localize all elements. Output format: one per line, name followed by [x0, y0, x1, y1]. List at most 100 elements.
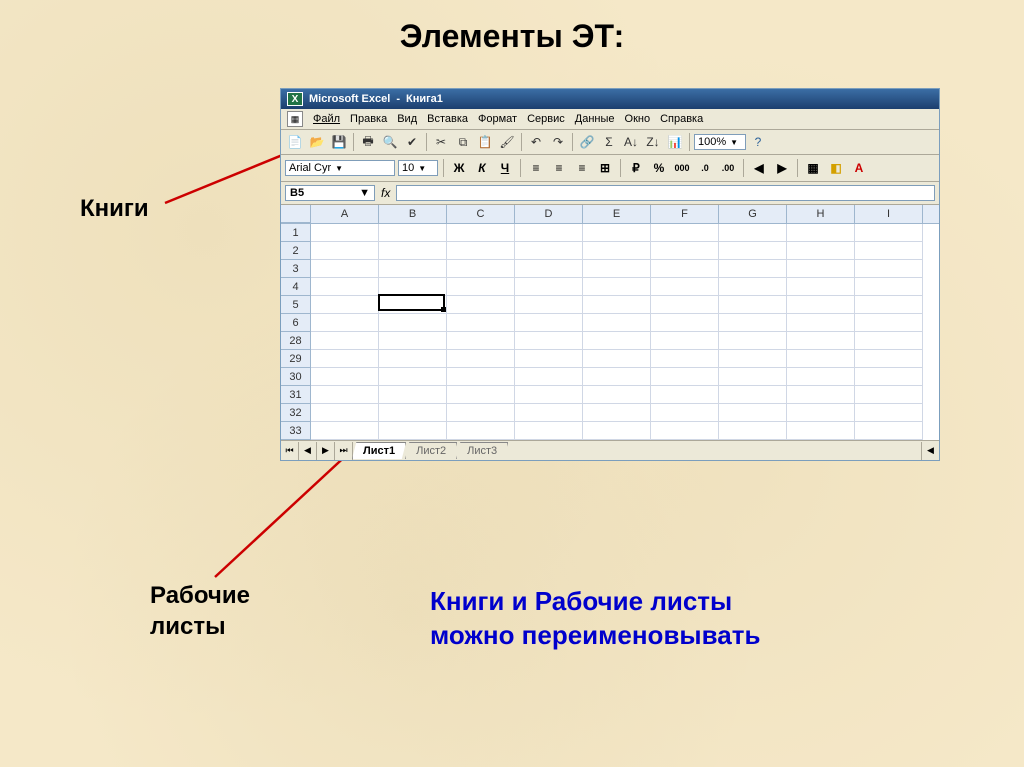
cell[interactable]: [447, 242, 515, 260]
row-header[interactable]: 32: [281, 404, 311, 422]
cell[interactable]: [311, 260, 379, 278]
name-box[interactable]: B5 ▼: [285, 185, 375, 201]
cell[interactable]: [651, 332, 719, 350]
align-left-icon[interactable]: ≡: [526, 158, 546, 178]
cell[interactable]: [651, 386, 719, 404]
cell[interactable]: [855, 368, 923, 386]
cell[interactable]: [515, 368, 583, 386]
menu-data[interactable]: Данные: [575, 113, 615, 125]
cell[interactable]: [583, 224, 651, 242]
cell[interactable]: [855, 422, 923, 440]
cell[interactable]: [651, 296, 719, 314]
tab-nav-first-icon[interactable]: ⏮: [281, 442, 299, 460]
cell[interactable]: [379, 224, 447, 242]
col-header[interactable]: E: [583, 205, 651, 223]
redo-icon[interactable]: ↷: [548, 132, 568, 152]
cell[interactable]: [583, 278, 651, 296]
col-header[interactable]: C: [447, 205, 515, 223]
cell[interactable]: [787, 296, 855, 314]
sheet-tab[interactable]: Лист2: [405, 442, 457, 459]
row-header[interactable]: 2: [281, 242, 311, 260]
cell[interactable]: [719, 332, 787, 350]
cell[interactable]: [583, 242, 651, 260]
col-header[interactable]: H: [787, 205, 855, 223]
cell[interactable]: [787, 422, 855, 440]
col-header[interactable]: F: [651, 205, 719, 223]
align-right-icon[interactable]: ≡: [572, 158, 592, 178]
cell[interactable]: [651, 278, 719, 296]
bold-icon[interactable]: Ж: [449, 158, 469, 178]
row-header[interactable]: 5: [281, 296, 311, 314]
borders-icon[interactable]: ▦: [803, 158, 823, 178]
cell[interactable]: [719, 368, 787, 386]
cell[interactable]: [787, 278, 855, 296]
save-icon[interactable]: 💾: [329, 132, 349, 152]
cell[interactable]: [719, 296, 787, 314]
cell[interactable]: [855, 242, 923, 260]
undo-icon[interactable]: ↶: [526, 132, 546, 152]
cell[interactable]: [379, 386, 447, 404]
cell[interactable]: [447, 224, 515, 242]
hyperlink-icon[interactable]: 🔗: [577, 132, 597, 152]
menu-format[interactable]: Формат: [478, 113, 517, 125]
help-icon[interactable]: ?: [748, 132, 768, 152]
cell[interactable]: [855, 278, 923, 296]
cell[interactable]: [379, 278, 447, 296]
dec-dec-icon[interactable]: .00: [718, 158, 738, 178]
row-header[interactable]: 33: [281, 422, 311, 440]
cell[interactable]: [515, 224, 583, 242]
cell[interactable]: [447, 278, 515, 296]
cell[interactable]: [719, 422, 787, 440]
cell[interactable]: [651, 404, 719, 422]
cell[interactable]: [855, 332, 923, 350]
cell[interactable]: [311, 242, 379, 260]
cell[interactable]: [515, 314, 583, 332]
cell[interactable]: [583, 260, 651, 278]
copy-icon[interactable]: ⧉: [453, 132, 473, 152]
cell[interactable]: [311, 224, 379, 242]
menu-file[interactable]: Файл: [313, 113, 340, 125]
col-header[interactable]: D: [515, 205, 583, 223]
menu-edit[interactable]: Правка: [350, 113, 387, 125]
cell[interactable]: [651, 422, 719, 440]
indent-inc-icon[interactable]: ▶: [772, 158, 792, 178]
cell[interactable]: [719, 242, 787, 260]
cell[interactable]: [447, 368, 515, 386]
row-header[interactable]: 30: [281, 368, 311, 386]
font-combo[interactable]: Arial Cyr▼: [285, 160, 395, 176]
cell[interactable]: [787, 350, 855, 368]
cell[interactable]: [583, 314, 651, 332]
cell[interactable]: [447, 332, 515, 350]
merge-icon[interactable]: ⊞: [595, 158, 615, 178]
cell[interactable]: [583, 368, 651, 386]
cell[interactable]: [719, 350, 787, 368]
indent-dec-icon[interactable]: ◀: [749, 158, 769, 178]
cell[interactable]: [583, 386, 651, 404]
cell[interactable]: [311, 278, 379, 296]
chart-icon[interactable]: 📊: [665, 132, 685, 152]
cell[interactable]: [719, 260, 787, 278]
cell[interactable]: [855, 314, 923, 332]
tab-nav-prev-icon[interactable]: ◀: [299, 442, 317, 460]
cell[interactable]: [379, 368, 447, 386]
spreadsheet-grid[interactable]: A B C D E F G H I 123456282930313233: [281, 205, 939, 440]
cell[interactable]: [515, 278, 583, 296]
cell[interactable]: [719, 404, 787, 422]
cell[interactable]: [787, 260, 855, 278]
cell[interactable]: [583, 422, 651, 440]
sheet-tab[interactable]: Лист1: [352, 442, 406, 459]
cell[interactable]: [379, 242, 447, 260]
align-center-icon[interactable]: ≡: [549, 158, 569, 178]
cell[interactable]: [719, 278, 787, 296]
row-header[interactable]: 1: [281, 224, 311, 242]
cell[interactable]: [515, 350, 583, 368]
fill-color-icon[interactable]: ◧: [826, 158, 846, 178]
col-header[interactable]: G: [719, 205, 787, 223]
cell[interactable]: [719, 224, 787, 242]
col-header[interactable]: A: [311, 205, 379, 223]
cell[interactable]: [311, 404, 379, 422]
cell[interactable]: [515, 296, 583, 314]
menu-tools[interactable]: Сервис: [527, 113, 565, 125]
new-icon[interactable]: 📄: [285, 132, 305, 152]
workbook-icon[interactable]: ▦: [287, 111, 303, 127]
